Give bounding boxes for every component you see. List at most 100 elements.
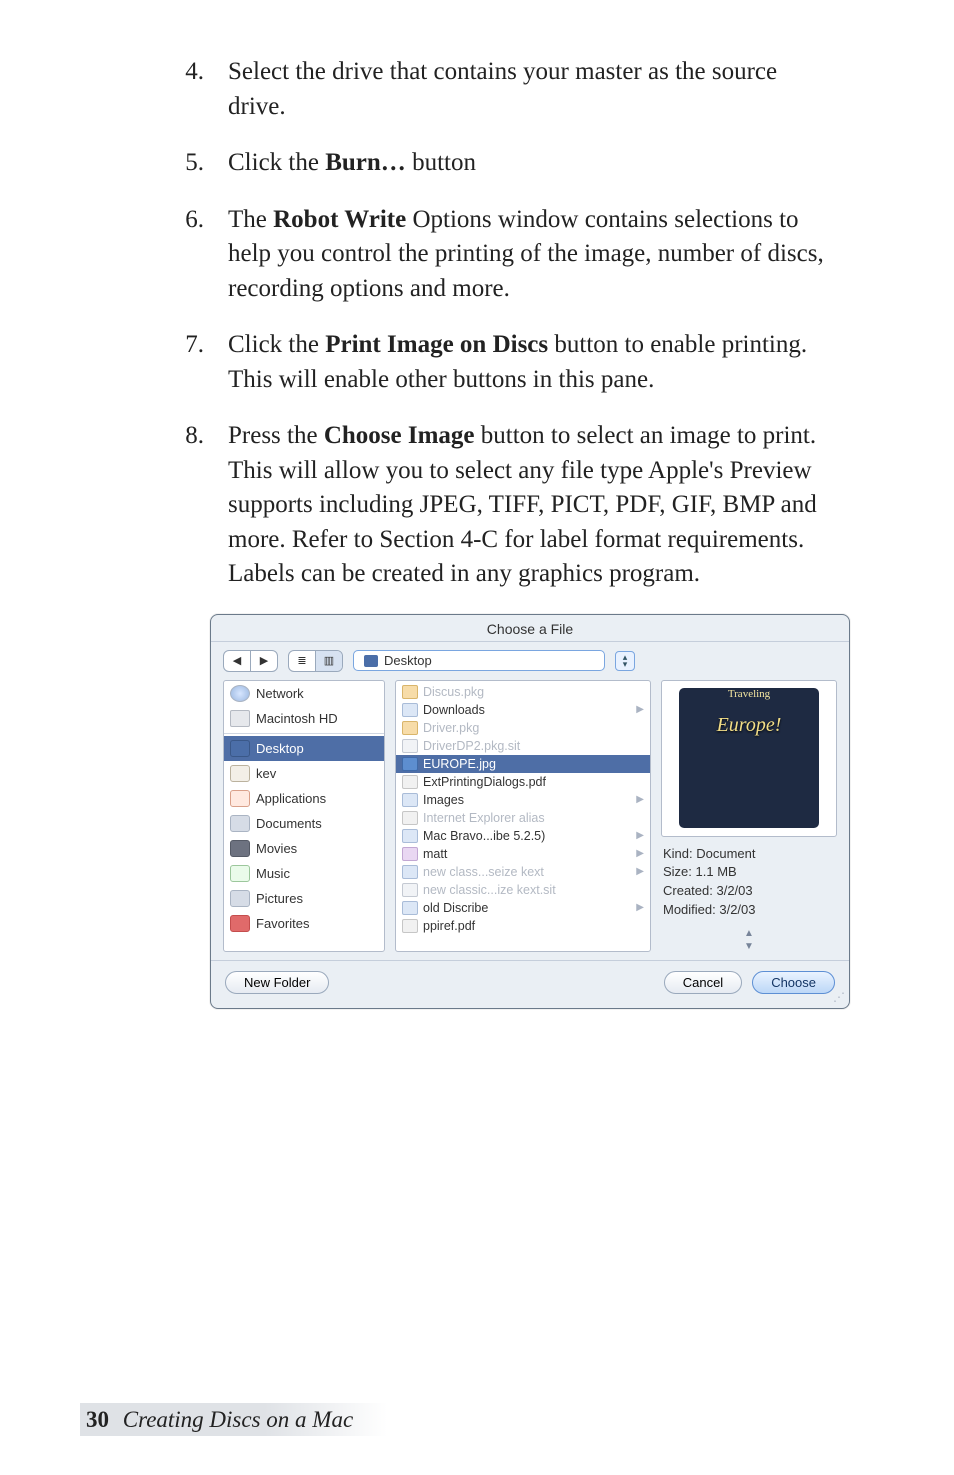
file-row[interactable]: Mac Bravo...ibe 5.2.5)▶ [396, 827, 650, 845]
disk-icon [230, 710, 250, 727]
file-icon [402, 739, 418, 753]
step-8: 8. Press the Choose Image button to sele… [160, 419, 834, 592]
sidebar-item-label: Applications [256, 791, 326, 806]
chevron-right-icon: ▶ [636, 902, 644, 913]
sidebar-item[interactable]: Favorites [224, 911, 384, 936]
cancel-button[interactable]: Cancel [664, 971, 742, 994]
file-label: Mac Bravo...ibe 5.2.5) [423, 829, 545, 843]
page-footer: 30 Creating Discs on a Mac [80, 1407, 387, 1433]
choose-file-dialog: Choose a File ◀ ▶ ≣ ▥ Desktop ▴▾ Network… [210, 614, 850, 1009]
sidebar-item[interactable]: Macintosh HD [224, 706, 384, 731]
file-label: DriverDP2.pkg.sit [423, 739, 520, 753]
chevron-right-icon: ▶ [636, 848, 644, 859]
chevron-right-icon: ▶ [636, 866, 644, 877]
file-label: new class...seize kext [423, 865, 544, 879]
step-4: 4. Select the drive that contains your m… [160, 55, 834, 124]
file-icon [402, 703, 418, 717]
view-list-icon[interactable]: ≣ [289, 651, 315, 671]
page-number: 30 [86, 1407, 117, 1432]
file-icon [402, 721, 418, 735]
sidebar-item-label: Music [256, 866, 290, 881]
home-icon [230, 765, 250, 782]
step-text: The Robot Write Options window contains … [228, 203, 834, 307]
step-text: Press the Choose Image button to select … [228, 419, 834, 592]
sidebar-item-label: Documents [256, 816, 322, 831]
file-label: Internet Explorer alias [423, 811, 545, 825]
meta-kind: Kind: Document [663, 845, 837, 864]
file-icon [402, 829, 418, 843]
sidebar-item[interactable]: Movies [224, 836, 384, 861]
file-row[interactable]: Internet Explorer alias [396, 809, 650, 827]
resize-grip-icon[interactable]: ⋰ [833, 990, 845, 1004]
new-folder-button[interactable]: New Folder [225, 971, 329, 994]
desktop-icon [364, 655, 378, 667]
choose-button[interactable]: Choose [752, 971, 835, 994]
file-row[interactable]: old Discribe ▶ [396, 899, 650, 917]
view-column-icon[interactable]: ▥ [315, 651, 342, 671]
file-row[interactable]: ppiref.pdf [396, 917, 650, 935]
step-number: 7. [160, 328, 228, 397]
file-row[interactable]: ExtPrintingDialogs.pdf [396, 773, 650, 791]
step-text: Select the drive that contains your mast… [228, 55, 834, 124]
file-row[interactable]: new classic...ize kext.sit [396, 881, 650, 899]
scroll-arrows[interactable]: ▲▼ [661, 928, 837, 952]
sidebar-item-label: Favorites [256, 916, 309, 931]
sidebar: Network Macintosh HD Desktop kev Application… [223, 680, 385, 952]
file-icon [402, 919, 418, 933]
file-row[interactable]: Driver.pkg [396, 719, 650, 737]
step-7: 7. Click the Print Image on Discs button… [160, 328, 834, 397]
sidebar-item[interactable]: Network [224, 681, 384, 706]
dialog-toolbar: ◀ ▶ ≣ ▥ Desktop ▴▾ [211, 642, 849, 680]
desk-icon [230, 740, 250, 757]
file-label: EUROPE.jpg [423, 757, 496, 771]
view-mode[interactable]: ≣ ▥ [288, 650, 343, 672]
file-row[interactable]: Images▶ [396, 791, 650, 809]
location-popup[interactable]: Desktop [353, 650, 605, 671]
file-label: old Discribe [423, 901, 488, 915]
sidebar-item[interactable]: Applications [224, 786, 384, 811]
sidebar-item[interactable]: Desktop [224, 736, 384, 761]
section-title: Creating Discs on a Mac [123, 1407, 353, 1432]
sidebar-item-label: kev [256, 766, 276, 781]
step-5: 5. Click the Burn… button [160, 146, 834, 181]
sidebar-item[interactable]: Music [224, 861, 384, 886]
sidebar-item-label: Movies [256, 841, 297, 856]
fold-icon [230, 815, 250, 832]
nav-history[interactable]: ◀ ▶ [223, 650, 278, 672]
file-label: ExtPrintingDialogs.pdf [423, 775, 546, 789]
file-row[interactable]: EUROPE.jpg [396, 755, 650, 773]
sidebar-item[interactable]: kev [224, 761, 384, 786]
step-number: 5. [160, 146, 228, 181]
mus-icon [230, 865, 250, 882]
mov-icon [230, 840, 250, 857]
sidebar-item-label: Pictures [256, 891, 303, 906]
file-icon [402, 883, 418, 897]
location-label: Desktop [384, 653, 432, 668]
file-row[interactable]: Discus.pkg [396, 683, 650, 701]
location-stepper[interactable]: ▴▾ [615, 651, 635, 671]
app-icon [230, 790, 250, 807]
nav-fwd-icon[interactable]: ▶ [250, 651, 277, 671]
fav-icon [230, 915, 250, 932]
file-row[interactable]: Downloads▶ [396, 701, 650, 719]
step-number: 4. [160, 55, 228, 124]
step-6: 6. The Robot Write Options window contai… [160, 203, 834, 307]
file-row[interactable]: new class...seize kext ▶ [396, 863, 650, 881]
file-icon [402, 865, 418, 879]
preview-metadata: Kind: Document Size: 1.1 MB Created: 3/2… [661, 845, 837, 920]
file-icon [402, 757, 418, 771]
chevron-right-icon: ▶ [636, 794, 644, 805]
net-icon [230, 685, 250, 702]
step-number: 8. [160, 419, 228, 592]
file-row[interactable]: matt▶ [396, 845, 650, 863]
file-label: ppiref.pdf [423, 919, 475, 933]
sidebar-item-label: Macintosh HD [256, 711, 338, 726]
file-row[interactable]: DriverDP2.pkg.sit [396, 737, 650, 755]
nav-back-icon[interactable]: ◀ [224, 651, 250, 671]
sidebar-item[interactable]: Documents [224, 811, 384, 836]
meta-created: Created: 3/2/03 [663, 882, 837, 901]
sidebar-item[interactable]: Pictures [224, 886, 384, 911]
dialog-title: Choose a File [211, 615, 849, 642]
file-icon [402, 793, 418, 807]
file-icon [402, 811, 418, 825]
